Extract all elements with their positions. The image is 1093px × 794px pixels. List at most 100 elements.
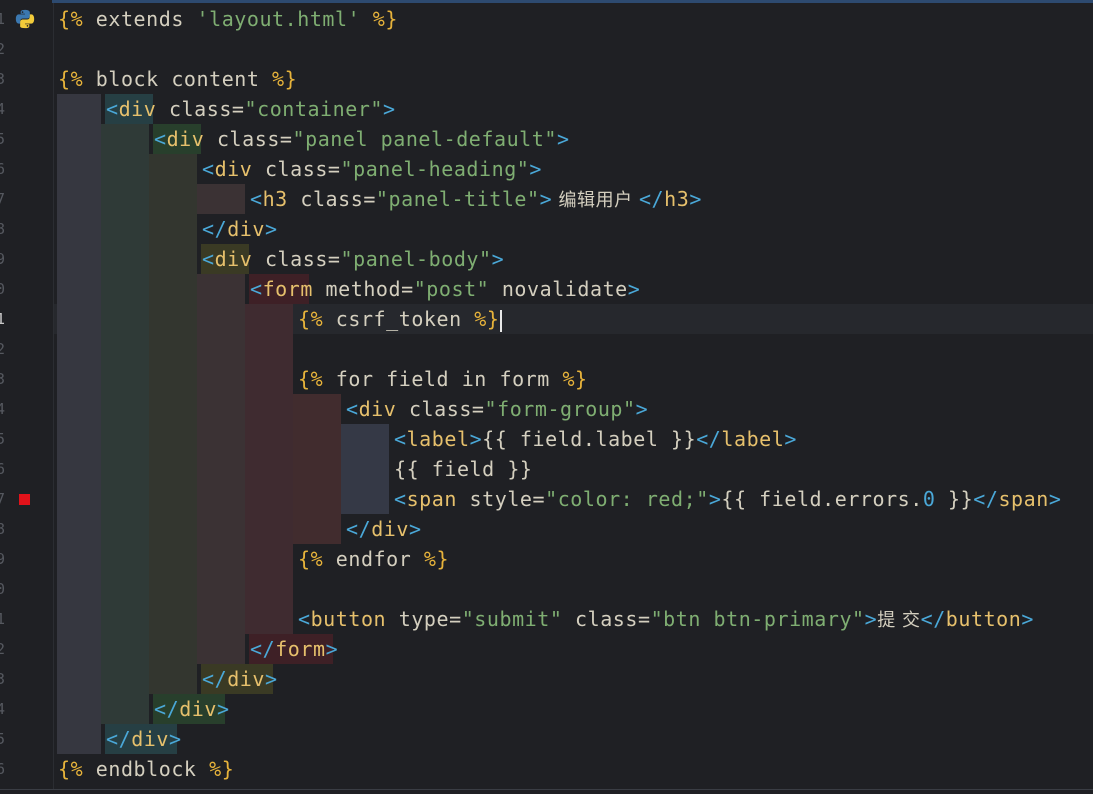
breakpoint-marker[interactable] <box>19 494 30 505</box>
tag-name: div <box>214 157 253 181</box>
line-number[interactable]: 3 <box>0 364 10 394</box>
bracket: </ <box>106 727 132 751</box>
line-number[interactable]: 2 <box>0 34 10 64</box>
line-number[interactable]: 0 <box>0 274 10 304</box>
tag-name: button <box>310 607 387 631</box>
line-number[interactable]: 1 <box>0 4 10 34</box>
jinja-keyword: block <box>83 67 172 91</box>
code-line-3[interactable]: {% block content %} <box>58 64 297 94</box>
code-line-4[interactable]: <div class="container"> <box>106 94 396 124</box>
attr-name: style <box>456 487 533 511</box>
bracket: > <box>408 517 422 541</box>
jinja-keyword: endfor <box>323 547 424 571</box>
code-line-14[interactable]: <div class="form-group"> <box>346 394 648 424</box>
jinja-tag: csrf_token <box>323 307 475 331</box>
indent-block <box>101 124 149 724</box>
jinja-delim: %} <box>209 757 235 781</box>
string-literal: "panel-heading" <box>340 157 530 181</box>
code-line-13[interactable]: {% for field in form %} <box>298 364 588 394</box>
attr-name: class <box>156 97 232 121</box>
code-line-22[interactable]: </form> <box>250 634 338 664</box>
string-literal: ;" <box>683 487 709 511</box>
line-number[interactable]: 6 <box>0 454 10 484</box>
tag-name: div <box>214 247 253 271</box>
bracket: </ <box>973 487 999 511</box>
code-line-16[interactable]: {{ field }} <box>394 454 533 484</box>
jinja-expression: {{ field.errors. <box>721 487 923 511</box>
line-number[interactable]: 7 <box>0 184 10 214</box>
attr-name: method <box>312 277 402 301</box>
line-number[interactable]: 9 <box>0 544 10 574</box>
number-literal: 0 <box>922 487 936 511</box>
line-number[interactable]: 9 <box>0 244 10 274</box>
bracket: </ <box>250 637 276 661</box>
line-number[interactable]: 5 <box>0 724 10 754</box>
tag-name: div <box>227 217 265 241</box>
bracket: > <box>1048 487 1062 511</box>
bracket: < <box>250 277 263 301</box>
line-number[interactable]: 1 <box>0 604 10 634</box>
line-number[interactable]: 1 <box>0 304 10 334</box>
jinja-delim: {% <box>298 547 324 571</box>
line-number[interactable]: 6 <box>0 754 10 784</box>
jinja-keyword: extends <box>83 7 197 31</box>
editor-gutter[interactable]: 12345678901234567890123456 <box>0 0 52 794</box>
line-number[interactable]: 8 <box>0 214 10 244</box>
attr-name: class <box>396 397 472 421</box>
code-line-23[interactable]: </div> <box>202 664 278 694</box>
tag-name: h3 <box>262 187 288 211</box>
code-line-8[interactable]: </div> <box>202 214 278 244</box>
equals: = <box>363 187 376 211</box>
bracket: > <box>168 727 182 751</box>
code-line-24[interactable]: </div> <box>154 694 230 724</box>
line-number[interactable]: 2 <box>0 634 10 664</box>
line-number[interactable]: 3 <box>0 664 10 694</box>
indent-block <box>341 424 389 514</box>
line-number[interactable]: 0 <box>0 574 10 604</box>
identifier: form <box>499 367 563 391</box>
code-line-7[interactable]: <h3 class="panel-title"> 编辑用户 </h3> <box>250 184 702 214</box>
line-number[interactable]: 4 <box>0 694 10 724</box>
bracket: < <box>298 607 311 631</box>
line-number[interactable]: 4 <box>0 94 10 124</box>
equals: = <box>637 607 651 631</box>
indent-block <box>197 184 245 214</box>
code-line-1[interactable]: {% extends 'layout.html' %} <box>58 4 398 34</box>
code-line-21[interactable]: <button type="submit" class="btn btn-pri… <box>298 604 1034 634</box>
equals: = <box>532 487 546 511</box>
editor-bottom-border <box>0 789 1093 790</box>
jinja-delim: %} <box>360 7 398 31</box>
code-line-9[interactable]: <div class="panel-body"> <box>202 244 504 274</box>
bracket: < <box>202 157 215 181</box>
code-line-6[interactable]: <div class="panel-heading"> <box>202 154 542 184</box>
code-line-17[interactable]: <span style="color: red;">{{ field.error… <box>394 484 1061 514</box>
code-line-5[interactable]: <div class="panel panel-default"> <box>154 124 570 154</box>
bracket: < <box>154 127 167 151</box>
line-number[interactable]: 8 <box>0 514 10 544</box>
line-number[interactable]: 4 <box>0 394 10 424</box>
python-icon[interactable] <box>14 8 36 30</box>
line-number[interactable]: 5 <box>0 424 10 454</box>
code-line-19[interactable]: {% endfor %} <box>298 544 449 574</box>
bracket: < <box>202 247 215 271</box>
jinja-keyword: endblock <box>83 757 210 781</box>
line-number[interactable]: 7 <box>0 484 10 514</box>
code-line-26[interactable]: {% endblock %} <box>58 754 234 784</box>
bracket: > <box>1021 607 1034 631</box>
tag-name: div <box>371 517 409 541</box>
code-line-11[interactable]: {% csrf_token %} <box>298 304 503 334</box>
tag-name: span <box>998 487 1049 511</box>
bracket: </ <box>202 667 228 691</box>
code-line-18[interactable]: </div> <box>346 514 422 544</box>
code-line-10[interactable]: <form method="post" novalidate> <box>250 274 640 304</box>
line-number[interactable]: 6 <box>0 154 10 184</box>
line-number[interactable]: 2 <box>0 334 10 364</box>
code-line-25[interactable]: </div> <box>106 724 182 754</box>
line-number[interactable]: 3 <box>0 64 10 94</box>
code-line-15[interactable]: <label>{{ field.label }}</label> <box>394 424 797 454</box>
jinja-delim: %} <box>423 547 450 571</box>
css-value: red <box>645 487 684 511</box>
attr-name: novalidate <box>489 277 628 301</box>
indent-block <box>149 154 197 694</box>
line-number[interactable]: 5 <box>0 124 10 154</box>
